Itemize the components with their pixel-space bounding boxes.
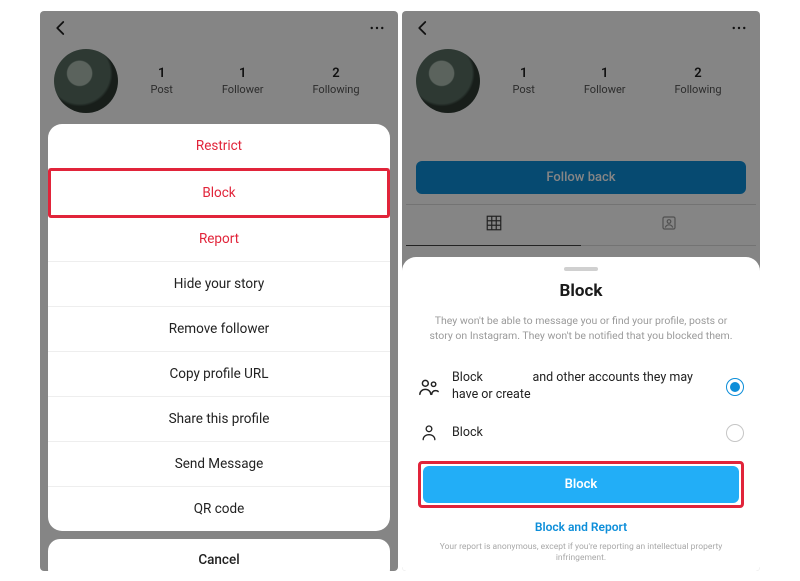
- remove-follower-option[interactable]: Remove follower: [48, 307, 390, 352]
- block-button[interactable]: Block: [423, 466, 739, 503]
- option-text: Block: [452, 425, 714, 442]
- block-multi-option[interactable]: Block and other accounts they may have o…: [418, 360, 744, 414]
- hide-story-option[interactable]: Hide your story: [48, 262, 390, 307]
- sheet-grabber[interactable]: [564, 267, 598, 271]
- person-icon: [418, 423, 440, 443]
- person-group-icon: [418, 377, 440, 397]
- block-sheet: Block They won't be able to message you …: [402, 257, 760, 570]
- block-button-highlight: Block: [418, 461, 744, 508]
- left-screenshot: 1 Post 1 Follower 2 Following Restrict: [40, 11, 398, 571]
- share-profile-option[interactable]: Share this profile: [48, 397, 390, 442]
- block-single-option[interactable]: Block: [418, 413, 744, 453]
- send-message-option[interactable]: Send Message: [48, 442, 390, 487]
- radio-unselected[interactable]: [726, 424, 744, 442]
- legal-text: Your report is anonymous, except if you'…: [418, 542, 744, 564]
- right-screenshot: 1 Post 1 Follower 2 Following Follow bac…: [402, 11, 760, 571]
- block-and-report-link[interactable]: Block and Report: [418, 508, 744, 542]
- copy-url-option[interactable]: Copy profile URL: [48, 352, 390, 397]
- block-option[interactable]: Block: [48, 168, 390, 218]
- qr-code-option[interactable]: QR code: [48, 487, 390, 531]
- action-sheet: Restrict Block Report Hide your story Re…: [48, 124, 390, 571]
- report-option[interactable]: Report: [48, 217, 390, 262]
- sheet-title: Block: [418, 281, 744, 301]
- cancel-button[interactable]: Cancel: [48, 539, 390, 571]
- radio-selected[interactable]: [726, 378, 744, 396]
- sheet-description: They won't be able to message you or fin…: [418, 313, 744, 343]
- option-text: Block and other accounts they may have o…: [452, 370, 714, 404]
- restrict-option[interactable]: Restrict: [48, 124, 390, 169]
